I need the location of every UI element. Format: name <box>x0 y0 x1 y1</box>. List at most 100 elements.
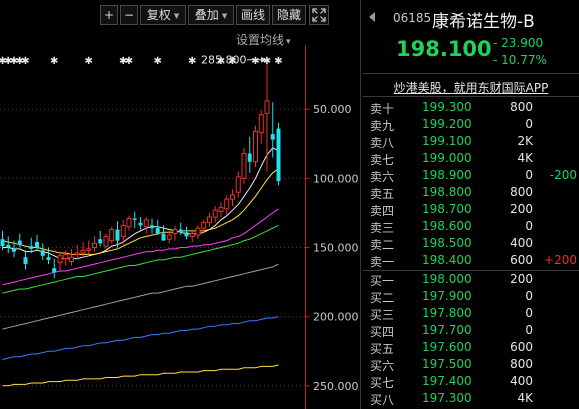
zoom-out-button[interactable]: − <box>120 5 138 25</box>
promo-app-link[interactable]: 炒港美股，就用东财国际APP <box>363 79 579 96</box>
level-price: 198.800 <box>422 185 472 199</box>
level-label: 买八 <box>370 393 395 407</box>
level-label: 买四 <box>370 325 395 339</box>
candle-body-up <box>224 198 230 210</box>
level-price: 198.600 <box>422 219 472 233</box>
level-price: 198.900 <box>422 168 472 182</box>
expand-icon-glyph <box>312 8 326 22</box>
candle-body-up <box>120 224 126 237</box>
y-tick-label: 50.000 <box>313 103 352 116</box>
level-price: 198.500 <box>422 236 472 250</box>
level-price: 198.400 <box>422 253 472 267</box>
level-delta: +200 <box>544 253 577 267</box>
overlay-label: 叠加 <box>194 8 219 22</box>
collapse-triangle-icon[interactable] <box>369 12 375 22</box>
bid-row[interactable]: 买二 197.900 0 <box>363 288 579 305</box>
candle-body-down <box>132 218 137 220</box>
candle-body-up <box>80 249 86 254</box>
candle-body-down <box>12 248 16 252</box>
ask-row[interactable]: 卖一 198.400 600 +200 <box>363 252 579 269</box>
candle-body-down <box>115 229 120 241</box>
candle-body-up <box>207 216 212 224</box>
hide-button[interactable]: 隐藏 <box>272 5 306 25</box>
kline-chart-pane[interactable]: 250.000 200.000 150.000 100.000 50.000 285.80… <box>0 0 360 409</box>
level-price: 197.500 <box>422 357 472 371</box>
level-volume: 4K <box>517 391 533 405</box>
level-volume: 0 <box>525 323 533 337</box>
level-delta: -200 <box>549 168 577 182</box>
level-price: 197.900 <box>422 289 472 303</box>
bid-row[interactable]: 买七 197.400 400 <box>363 373 579 390</box>
bid-row[interactable]: 买一 198.000 200 <box>363 271 579 288</box>
bid-row[interactable]: 买六 197.500 800 <box>363 356 579 373</box>
chevron-down-icon: ▾ <box>286 37 291 47</box>
quote-panel: 06185 康希诺生物-B 198.100 - 23.900 - 10.77% … <box>363 0 579 409</box>
candle-body-down <box>155 228 160 234</box>
ask-row[interactable]: 卖七 199.000 4K <box>363 150 579 167</box>
event-marker-icon: ✱ <box>50 56 58 67</box>
divider <box>363 96 579 97</box>
candle-body-up <box>103 235 109 247</box>
level-volume: 0 <box>525 306 533 320</box>
current-price: 198.100 <box>396 37 492 61</box>
candle-body-up <box>264 100 270 114</box>
candle-body-up <box>57 255 63 264</box>
ask-row[interactable]: 卖八 199.100 2K <box>363 133 579 150</box>
candle-body-down <box>270 134 275 140</box>
y-tick-label: 150.000 <box>313 241 359 254</box>
bid-row[interactable]: 买三 197.800 0 <box>363 305 579 322</box>
candle-body-up <box>189 233 195 237</box>
candle-body-up <box>212 209 218 218</box>
ask-row[interactable]: 卖四 198.700 200 <box>363 201 579 218</box>
bid-row[interactable]: 买八 197.300 4K <box>363 390 579 407</box>
stock-name: 康希诺生物-B <box>432 12 535 32</box>
level-price: 198.000 <box>422 272 472 286</box>
level-volume: 200 <box>510 202 533 216</box>
event-marker-icon: ✱ <box>188 56 196 67</box>
bid-row[interactable]: 买四 197.700 0 <box>363 322 579 339</box>
candle-body-down <box>150 225 154 229</box>
candle-body-up <box>235 176 241 193</box>
divider <box>363 73 579 74</box>
candle-body-down <box>178 229 183 233</box>
candle-body-down <box>98 239 103 244</box>
candle-body-down <box>52 268 57 273</box>
candle-body-down <box>0 239 5 247</box>
level-volume: 800 <box>510 100 533 114</box>
level-volume: 0 <box>525 219 533 233</box>
candle-body-up <box>63 253 69 260</box>
zoom-in-button[interactable]: + <box>100 5 118 25</box>
candle-body-up <box>258 114 264 134</box>
ask-row[interactable]: 卖九 199.200 0 <box>363 116 579 133</box>
level-volume: 0 <box>525 289 533 303</box>
level-price: 197.700 <box>422 323 472 337</box>
dropdown-arrow-icon: ▼ <box>173 11 180 20</box>
pane-divider[interactable] <box>360 0 361 409</box>
bid-row[interactable]: 买五 197.600 600 <box>363 339 579 356</box>
level-label: 卖五 <box>370 187 395 201</box>
draw-line-button[interactable]: 画线 <box>236 5 270 25</box>
event-marker-icon: ✱ <box>228 56 236 67</box>
level-label: 卖四 <box>370 204 395 218</box>
ma-settings-button[interactable]: 设置均线 ▾ <box>236 31 291 48</box>
level-label: 卖一 <box>370 255 395 269</box>
ask-row[interactable]: 卖六 198.900 0 -200 <box>363 167 579 184</box>
ask-row[interactable]: 卖二 198.500 400 <box>363 235 579 252</box>
ask-row[interactable]: 卖三 198.600 0 <box>363 218 579 235</box>
ask-row[interactable]: 卖十 199.300 800 <box>363 99 579 116</box>
overlay-dropdown[interactable]: 叠加 ▼ <box>188 5 234 25</box>
level-price: 197.600 <box>422 340 472 354</box>
candle-body-down <box>6 244 11 248</box>
ask-row[interactable]: 卖五 198.800 800 <box>363 184 579 201</box>
level-label: 买五 <box>370 342 395 356</box>
ma-line <box>2 147 279 260</box>
y-tick-label: 200.000 <box>313 311 359 324</box>
adjust-dropdown[interactable]: 复权 ▼ <box>140 5 186 25</box>
expand-icon[interactable] <box>309 5 329 25</box>
candle-body-down <box>247 153 252 162</box>
level-price: 198.700 <box>422 202 472 216</box>
kline-chart[interactable]: 250.000200.000150.000100.00050.000285.80… <box>0 0 360 409</box>
candle-body-up <box>230 194 235 200</box>
candle-body-up <box>69 256 74 262</box>
level-label: 卖二 <box>370 238 395 252</box>
